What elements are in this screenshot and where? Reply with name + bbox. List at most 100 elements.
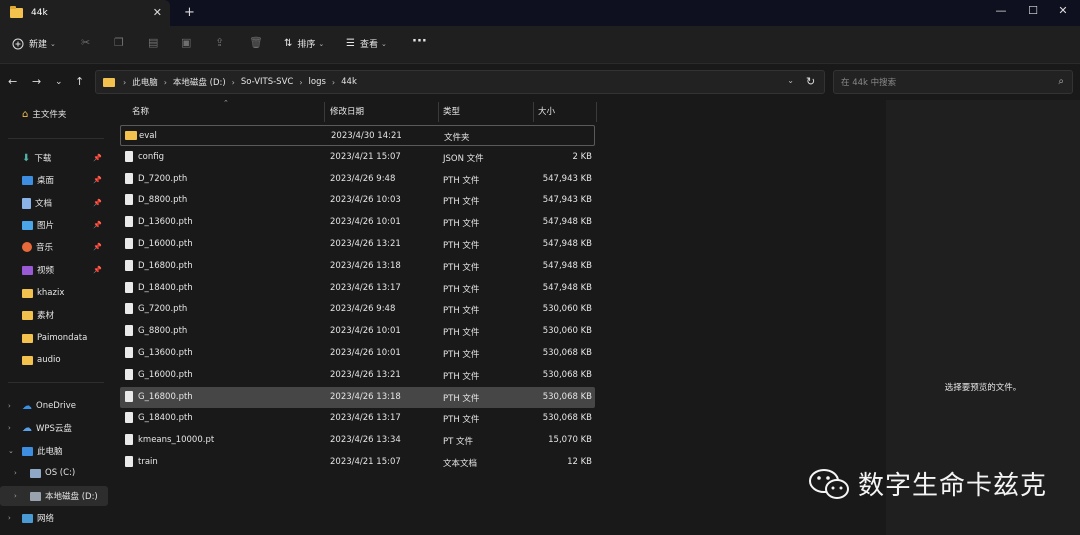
file-modified: 2023/4/21 15:07: [330, 151, 401, 162]
breadcrumb-logs[interactable]: logs: [309, 77, 326, 87]
pin-icon[interactable]: 📌: [93, 243, 102, 251]
watermark: 数字生命卡兹克: [808, 465, 1047, 502]
chevron-down-icon[interactable]: ⌄: [8, 447, 14, 455]
sidebar-item-label: 下载: [34, 154, 52, 164]
file-size: 547,948 KB: [542, 260, 592, 271]
sort-button[interactable]: ⇅ 排序 ⌄: [284, 37, 324, 50]
view-button[interactable]: ☰ 查看 ⌄: [346, 37, 387, 50]
table-row[interactable]: config 2023/4/21 15:07 JSON 文件 2 KB: [120, 147, 595, 168]
table-row[interactable]: D_18400.pth 2023/4/26 13:17 PTH 文件 547,948 …: [120, 278, 595, 299]
file-modified: 2023/4/26 13:18: [330, 391, 401, 402]
breadcrumb-so-vits-svc[interactable]: So-VITS-SVC: [241, 77, 293, 87]
up-icon[interactable]: ↑: [75, 75, 84, 88]
minimize-icon[interactable]: —: [993, 4, 1009, 17]
preview-message: 选择要预览的文件。: [944, 383, 1022, 393]
chevron-right-icon[interactable]: ›: [8, 424, 11, 432]
forward-icon[interactable]: →: [32, 75, 41, 88]
cut-icon[interactable]: ✂: [81, 36, 90, 49]
column-header-modified[interactable]: 修改日期: [330, 105, 364, 117]
table-row[interactable]: D_8800.pth 2023/4/26 10:03 PTH 文件 547,943 K…: [120, 190, 595, 211]
file-size: 530,068 KB: [542, 369, 592, 380]
table-row[interactable]: G_18400.pth 2023/4/26 13:17 PTH 文件 530,068 …: [120, 408, 595, 429]
table-row[interactable]: G_16800.pth 2023/4/26 13:18 PTH 文件 530,068 …: [120, 386, 595, 408]
file-size: 547,948 KB: [542, 217, 592, 228]
pin-icon[interactable]: 📌: [93, 221, 102, 229]
table-row[interactable]: D_16000.pth 2023/4/26 13:21 PTH 文件 547,948 …: [120, 234, 595, 255]
pin-icon[interactable]: 📌: [93, 266, 102, 274]
sidebar-item-downloads[interactable]: ⬇ 下载 📌: [0, 148, 108, 168]
sidebar-item-pictures[interactable]: 图片 📌: [0, 215, 108, 235]
pin-icon[interactable]: 📌: [93, 154, 102, 162]
column-divider[interactable]: [324, 102, 325, 122]
refresh-icon[interactable]: ↻: [806, 75, 815, 88]
file-modified: 2023/4/26 13:17: [330, 413, 401, 424]
view-label: 查看: [359, 40, 378, 50]
copy-icon[interactable]: ❐: [114, 36, 124, 49]
delete-icon[interactable]: 🗑: [249, 36, 263, 49]
sidebar-item-documents[interactable]: 文档 📌: [0, 193, 108, 213]
tab-44k[interactable]: 44k ✕: [0, 0, 170, 26]
sidebar-item-paimondata[interactable]: Paimondata: [0, 328, 108, 348]
file-shape: [125, 368, 133, 380]
table-row[interactable]: train 2023/4/21 15:07 文本文档 12 KB: [120, 452, 595, 473]
table-row[interactable]: D_7200.pth 2023/4/26 9:48 PTH 文件 547,943 KB: [120, 169, 595, 190]
new-tab-icon[interactable]: +: [184, 5, 195, 20]
sidebar-item-label: 文档: [35, 199, 53, 209]
file-size: 2 KB: [572, 151, 592, 162]
sidebar-item-network[interactable]: › 网络: [0, 508, 108, 528]
table-row[interactable]: G_13600.pth 2023/4/26 10:01 PTH 文件 530,068 …: [120, 343, 595, 364]
rename-icon[interactable]: ▣: [181, 36, 191, 49]
sidebar-item-onedrive[interactable]: › ☁ OneDrive: [0, 396, 108, 416]
address-bar[interactable]: › 此电脑 › 本地磁盘 (D:) › So-VITS-SVC › logs ›…: [95, 70, 825, 94]
column-header-name[interactable]: 名称: [132, 105, 149, 117]
pin-icon[interactable]: 📌: [93, 199, 102, 207]
sidebar-item-audio[interactable]: audio: [0, 350, 108, 370]
table-row[interactable]: eval 2023/4/30 14:21 文件夹: [120, 125, 595, 146]
chevron-down-icon: ⌄: [380, 39, 387, 48]
sidebar-item-khazix[interactable]: khazix: [0, 283, 108, 303]
sidebar-item-desktop[interactable]: 桌面 📌: [0, 170, 108, 190]
sidebar-item-home[interactable]: ⌂ 主文件夹: [0, 104, 108, 124]
table-row[interactable]: G_8800.pth 2023/4/26 10:01 PTH 文件 530,060 K…: [120, 321, 595, 342]
sidebar-item-wps[interactable]: › ☁ WPS云盘: [0, 418, 108, 438]
sidebar-item-music[interactable]: 音乐 📌: [0, 237, 108, 257]
chevron-right-icon: ›: [299, 77, 303, 87]
file-size: 547,948 KB: [542, 282, 592, 293]
breadcrumb-44k[interactable]: 44k: [341, 77, 357, 87]
window-close-icon[interactable]: ✕: [1055, 4, 1071, 17]
column-header-size[interactable]: 大小: [538, 105, 555, 117]
column-divider[interactable]: [438, 102, 439, 122]
table-row[interactable]: G_7200.pth 2023/4/26 9:48 PTH 文件 530,060 KB: [120, 299, 595, 320]
breadcrumb-this-pc[interactable]: 此电脑: [132, 76, 158, 88]
folder-icon: [22, 310, 33, 320]
chevron-right-icon[interactable]: ›: [14, 492, 17, 500]
column-divider[interactable]: [596, 102, 597, 122]
column-header-type[interactable]: 类型: [443, 105, 460, 117]
table-row[interactable]: D_16800.pth 2023/4/26 13:18 PTH 文件 547,948 …: [120, 256, 595, 277]
breadcrumb-drive-d[interactable]: 本地磁盘 (D:): [173, 76, 226, 88]
sidebar-item-this-pc[interactable]: ⌄ 此电脑: [0, 441, 108, 461]
tab-close-icon[interactable]: ✕: [153, 6, 162, 19]
table-row[interactable]: D_13600.pth 2023/4/26 10:01 PTH 文件 547,948 …: [120, 212, 595, 233]
share-icon[interactable]: ⇪: [215, 36, 224, 49]
maximize-icon[interactable]: ☐: [1025, 4, 1041, 17]
chevron-right-icon[interactable]: ›: [14, 469, 17, 477]
pin-icon[interactable]: 📌: [93, 176, 102, 184]
back-icon[interactable]: ←: [8, 75, 17, 88]
search-input[interactable]: 在 44k 中搜索 ⌕: [833, 70, 1073, 94]
new-button[interactable]: 新建 ⌄: [12, 37, 56, 50]
paste-icon[interactable]: ▤: [148, 36, 158, 49]
table-row[interactable]: kmeans_10000.pt 2023/4/26 13:34 PT 文件 15,07…: [120, 430, 595, 451]
more-options-icon[interactable]: ···: [412, 34, 427, 49]
recent-locations-icon[interactable]: ⌄: [55, 77, 63, 87]
chevron-right-icon[interactable]: ›: [8, 402, 11, 410]
address-history-icon[interactable]: ⌄: [787, 76, 794, 85]
sidebar-item-drive-d[interactable]: › 本地磁盘 (D:): [0, 486, 108, 506]
column-divider[interactable]: [533, 102, 534, 122]
sidebar-item-videos[interactable]: 视频 📌: [0, 260, 108, 280]
sidebar-item-os-c[interactable]: › OS (C:): [0, 463, 108, 483]
chevron-right-icon[interactable]: ›: [8, 514, 11, 522]
sidebar-item-materials[interactable]: 素材: [0, 305, 108, 325]
file-shape: [125, 390, 133, 402]
table-row[interactable]: G_16000.pth 2023/4/26 13:21 PTH 文件 530,068 …: [120, 365, 595, 386]
